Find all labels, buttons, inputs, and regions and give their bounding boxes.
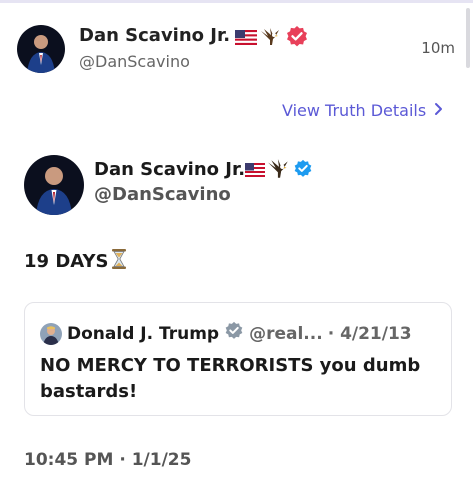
- verified-badge-icon: [293, 159, 313, 183]
- embedded-avatar[interactable]: [24, 155, 84, 215]
- verified-badge-icon: [285, 25, 309, 53]
- quoted-author-handle[interactable]: @real...: [249, 324, 323, 344]
- embedded-author-name[interactable]: Dan Scavino Jr.: [94, 159, 245, 180]
- embedded-name-badges: [245, 158, 313, 184]
- chevron-right-icon: [434, 101, 443, 120]
- view-truth-details-link[interactable]: View Truth Details: [282, 101, 443, 120]
- view-details-label: View Truth Details: [282, 101, 427, 120]
- embedded-author-handle[interactable]: @DanScavino: [94, 184, 231, 205]
- us-flag-icon: [245, 162, 265, 181]
- scrollbar[interactable]: [466, 8, 470, 68]
- post-text: 19 DAYS: [24, 251, 109, 272]
- quoted-text: NO MERCY TO TERRORISTS you dumb bastards…: [40, 355, 421, 402]
- avatar[interactable]: [17, 25, 65, 73]
- author-name[interactable]: Dan Scavino Jr.: [79, 25, 230, 46]
- author-handle[interactable]: @DanScavino: [79, 52, 190, 71]
- hourglass-icon: [110, 248, 128, 275]
- quoted-avatar[interactable]: [40, 322, 62, 345]
- eagle-icon: [260, 27, 282, 51]
- quoted-post-header: Donald J. Trump @real... · 4/21/13: [40, 321, 412, 346]
- embedded-post-header: Dan Scavino Jr. @DanScavino: [24, 155, 454, 215]
- verified-badge-icon: [224, 321, 244, 346]
- post-body: 19 DAYS: [24, 248, 128, 275]
- top-divider: [0, 0, 473, 3]
- us-flag-icon: [235, 29, 257, 49]
- name-badges: [235, 25, 309, 53]
- post-header: Dan Scavino Jr. @DanScavino 10m: [17, 25, 457, 75]
- eagle-icon: [267, 158, 291, 184]
- quoted-post-card[interactable]: Donald J. Trump @real... · 4/21/13 NO ME…: [24, 302, 452, 416]
- quoted-author-name[interactable]: Donald J. Trump: [67, 324, 219, 344]
- quoted-date: · 4/21/13: [327, 323, 412, 344]
- post-time: 10m: [421, 39, 455, 57]
- post-timestamp: 10:45 PM · 1/1/25: [24, 450, 192, 470]
